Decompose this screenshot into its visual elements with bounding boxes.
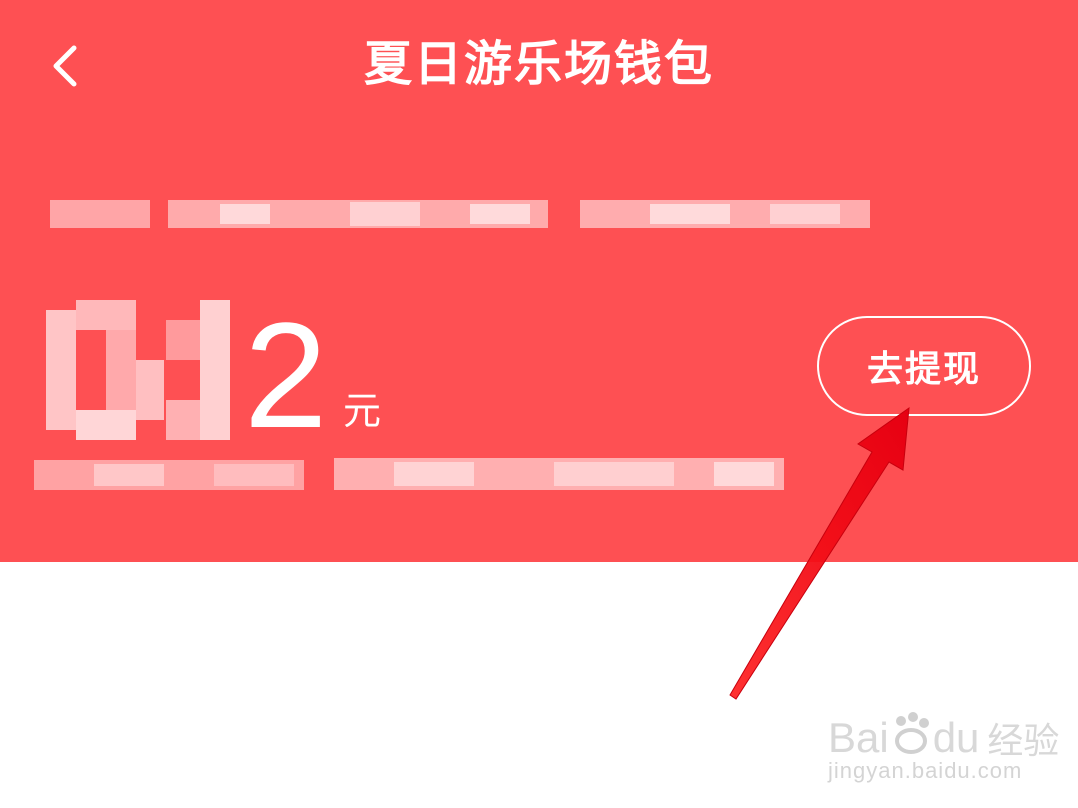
wallet-header: 夏日游乐场钱包 2 元 去提现 [0,0,1078,562]
balance-unit: 元 [343,389,382,433]
blurred-note [34,456,784,496]
page-title: 夏日游乐场钱包 [363,36,714,92]
watermark-jingyan-text: 经验 [987,721,1060,762]
watermark-url: jingyan.baidu.com [828,758,1023,783]
watermark-bai-text: Bai [828,714,889,761]
watermark-du-text: du [932,714,980,761]
blurred-amount [46,300,236,440]
withdraw-button[interactable]: 去提现 [817,316,1031,416]
paw-icon [891,711,931,765]
balance-amount-digit: 2 [244,291,328,459]
blurred-description [50,196,870,232]
